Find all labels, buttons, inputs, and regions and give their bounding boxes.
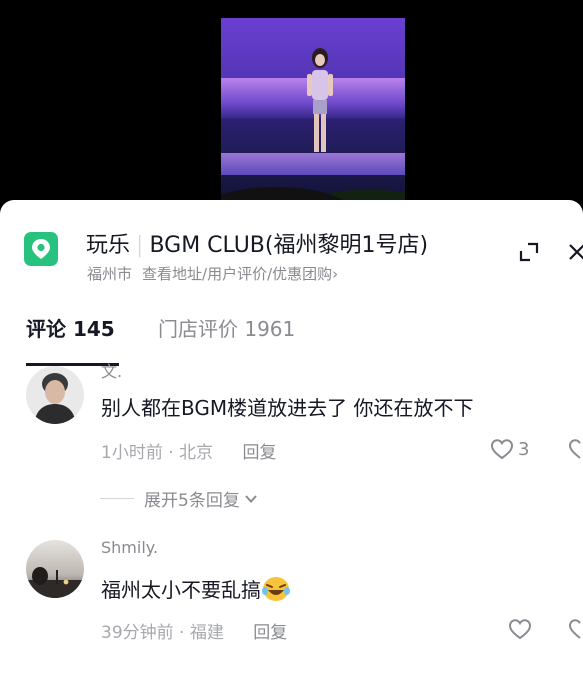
avatar[interactable] <box>26 366 84 424</box>
comment-location: 福建 <box>189 623 224 643</box>
dislike-icon[interactable] <box>568 436 583 462</box>
avatar[interactable] <box>26 540 84 598</box>
chevron-down-icon <box>245 494 257 503</box>
poi-comment-sheet: 玩乐 | BGM CLUB(福州黎明1号店) 福州市 查看地址/用户评价/优惠团购› … <box>0 200 583 677</box>
comment-meta: 1小时前 · 北京 回复 <box>101 438 276 463</box>
comment-text: 福州太小不要乱搞 <box>101 574 291 603</box>
video-player[interactable] <box>0 0 583 210</box>
tab-bar: 评论 145 门店评价 1961 <box>0 308 583 368</box>
close-icon[interactable] <box>566 240 583 262</box>
comment-time: 1小时前 <box>101 443 163 463</box>
tab-comments[interactable]: 评论 145 <box>26 313 115 342</box>
poi-subtitle[interactable]: 福州市 查看地址/用户评价/优惠团购› <box>87 263 338 284</box>
expand-replies-label: 展开5条回复 <box>144 491 240 511</box>
poi-name: BGM CLUB(福州黎明1号店) <box>149 233 429 258</box>
poi-title[interactable]: 玩乐 | BGM CLUB(福州黎明1号店) <box>86 227 428 259</box>
heart-icon <box>490 439 514 460</box>
reply-button[interactable]: 回复 <box>242 443 276 463</box>
heart-icon <box>508 619 532 640</box>
expand-replies-button[interactable]: 展开5条回复 <box>100 486 259 511</box>
comment-time: 39分钟前 <box>101 623 174 643</box>
tab-store-reviews[interactable]: 门店评价 1961 <box>158 313 295 342</box>
like-button[interactable]: 3 <box>490 436 550 462</box>
poi-links: 查看地址/用户评价/优惠团购 <box>142 265 333 283</box>
chevron-right-icon: › <box>332 265 339 283</box>
map-pin-icon <box>24 232 58 266</box>
like-count: 3 <box>518 438 530 460</box>
laughing-emoji-icon <box>262 577 290 601</box>
meta-dot: · <box>168 443 174 463</box>
comment-text: 别人都在BGM楼道放进去了 你还在放不下 <box>101 396 474 420</box>
comment-text-content: 福州太小不要乱搞 <box>101 578 261 602</box>
title-divider: | <box>136 233 144 258</box>
comment-meta: 39分钟前 · 福建 回复 <box>101 618 287 643</box>
video-frame <box>221 18 405 210</box>
performer-figure <box>307 48 333 152</box>
comment-username[interactable]: Shmily. <box>101 538 158 557</box>
divider-line <box>100 498 134 499</box>
like-button[interactable] <box>508 616 568 642</box>
expand-icon[interactable] <box>518 241 540 263</box>
comment-location: 北京 <box>179 443 214 463</box>
dislike-icon[interactable] <box>568 616 583 642</box>
poi-category: 玩乐 <box>86 233 131 258</box>
meta-dot: · <box>179 623 185 643</box>
poi-city: 福州市 <box>87 265 133 283</box>
poi-card[interactable]: 玩乐 | BGM CLUB(福州黎明1号店) 福州市 查看地址/用户评价/优惠团购› <box>0 218 583 288</box>
reply-button[interactable]: 回复 <box>253 623 287 643</box>
comment-username[interactable]: 文. <box>101 358 122 382</box>
comment-list: 文. 别人都在BGM楼道放进去了 你还在放不下 1小时前 · 北京 回复 3 展… <box>0 362 583 677</box>
